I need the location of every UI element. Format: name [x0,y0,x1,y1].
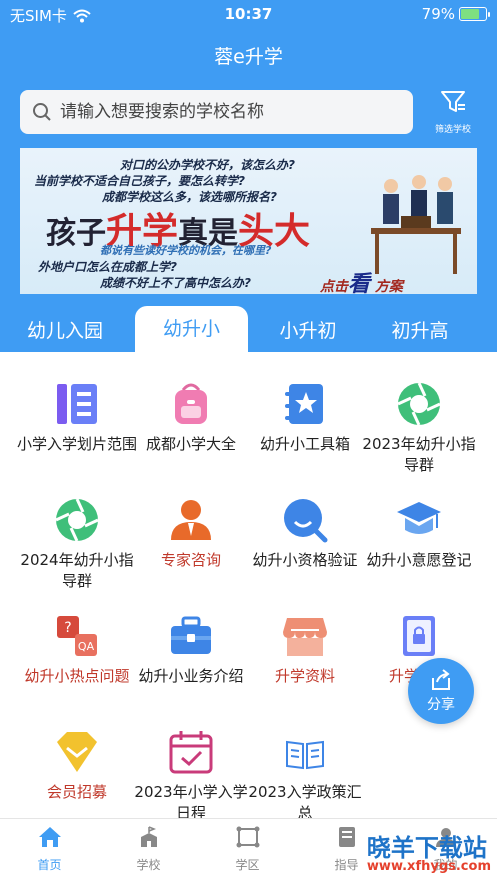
grid-item-group-2023[interactable]: 2023年幼升小指导群 [358,360,480,480]
banner-line: 外地户口怎么在成都上学? [38,260,177,274]
qa-icon: ? QA [57,616,97,656]
share-label: 分享 [427,697,455,713]
filter-icon [441,91,465,112]
grid-item-group-2024[interactable]: 2024年幼升小指导群 [16,476,138,596]
grid-item-label: 幼升小热点问题 [24,667,130,685]
district-icon [236,826,259,848]
grid-item-label: 2023年幼升小指导群 [362,435,476,474]
search-input[interactable] [60,102,390,122]
grid-item-materials[interactable]: 升学资料 [244,592,366,712]
backpack-icon [175,383,207,424]
graduation-cap-icon [397,502,441,534]
grid-item-label: 成都小学大全 [145,435,236,453]
diamond-icon [57,732,97,772]
tab-middle[interactable]: 小升初 [255,310,361,352]
grid-item-label: 幼升小工具箱 [259,435,350,453]
document-list-icon [57,384,97,424]
school-icon [140,826,157,847]
search-bubble-icon [284,499,328,543]
banner-line: 当前学校不适合自己孩子，要怎么转学? [34,174,245,188]
tab-high[interactable]: 初升高 [367,310,473,352]
grid-item-label: 升学资料 [274,667,335,685]
watermark-logo: 晓羊下载站 www.xfhygs.com [366,834,491,874]
share-icon [432,669,450,690]
grid-item-label: 幼升小意愿登记 [366,551,472,569]
banner-line: 都说有些读好学校的机会，在哪里? [100,244,272,257]
filter-label: 筛选学校 [434,125,471,135]
grid-item-business[interactable]: 幼升小业务介绍 [130,592,252,712]
banner-illustration [371,175,461,274]
shop-icon [283,618,327,656]
nav-school[interactable]: 学校 [99,825,198,873]
open-book-icon [286,740,324,770]
home-icon [38,827,61,847]
grid-item-toolbox[interactable]: 幼升小工具箱 [244,360,366,480]
grid-item-school-list[interactable]: 成都小学大全 [130,360,252,480]
calendar-check-icon [169,731,213,774]
battery-icon [459,7,490,21]
search-bar[interactable] [20,90,413,134]
tab-kindergarten[interactable]: 幼儿入园 [12,310,118,352]
grid-item-hot-questions[interactable]: ? QA 幼升小热点问题 [16,592,138,712]
grid-item-intent[interactable]: 幼升小意愿登记 [358,476,480,596]
category-tabs: 幼儿入园 幼升小 小升初 初升高 [0,306,497,352]
grid-item-policy[interactable]: 2023入学政策汇总 [244,708,366,828]
promo-banner[interactable]: 对口的公办学校不好，该怎么办? 当前学校不适合自己孩子，要怎么转学? 成都学校这… [20,148,477,294]
grid-item-label: 会员招募 [46,783,107,801]
grid-item-verification[interactable]: 幼升小资格验证 [244,476,366,596]
grid-item-enrollment-zone[interactable]: 小学入学划片范围 [16,360,138,480]
star-notebook-icon [285,384,323,424]
lock-book-icon [403,616,435,656]
nav-label: 学区 [235,858,260,872]
tab-primary[interactable]: 幼升小 [135,306,248,352]
grid-item-membership[interactable]: 会员招募 [16,708,138,828]
briefcase-icon [171,616,211,654]
grid-item-schedule[interactable]: 2023年小学入学日程 [130,708,252,828]
nav-label: 学校 [136,858,161,872]
app-title: 蓉e升学 [214,46,283,68]
aperture-icon [397,382,441,426]
status-bar: 无SIM卡 10:37 79% [0,0,497,30]
search-icon [33,103,51,121]
grid-item-label: 幼升小资格验证 [252,551,358,569]
aperture-icon [55,498,99,542]
filter-button[interactable]: 筛选学校 [428,88,478,136]
grid-item-label: 专家咨询 [160,551,221,569]
grid-item-expert[interactable]: 专家咨询 [130,476,252,596]
banner-line: 成绩不好上不了高中怎么办? [100,276,251,290]
grid-item-label: 小学入学划片范围 [16,435,137,453]
nav-home[interactable]: 首页 [0,825,99,873]
nav-label: 首页 [37,858,62,872]
expert-icon [171,500,211,540]
share-button[interactable]: 分享 [408,658,474,724]
svg-text:QA: QA [78,640,95,653]
battery-percent: 79% [421,5,455,23]
grid-item-label: 幼升小业务介绍 [138,667,244,685]
banner-line: 对口的公办学校不好，该怎么办? [120,158,295,172]
nav-district[interactable]: 学区 [198,825,297,873]
guide-icon [338,827,355,847]
svg-text:?: ? [64,620,71,636]
grid-item-label: 2024年幼升小指导群 [20,551,134,590]
